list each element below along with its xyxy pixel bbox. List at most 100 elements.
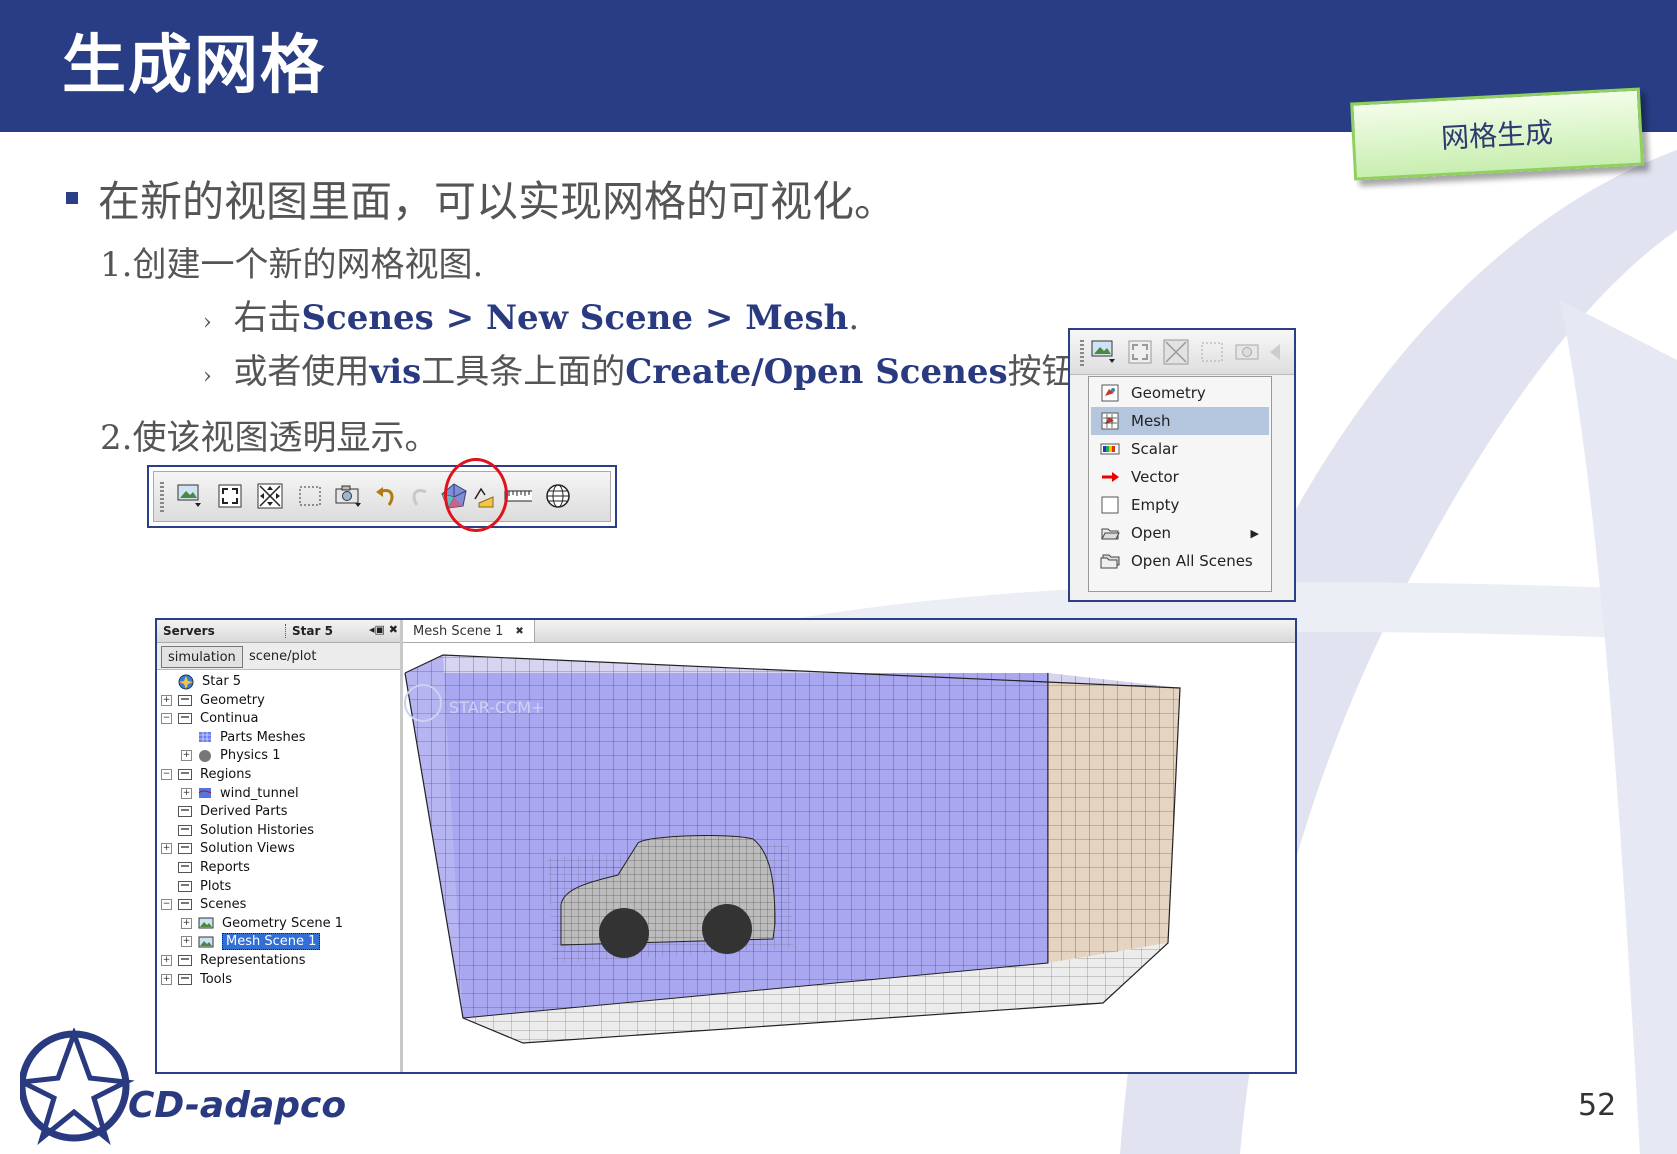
menu-item-label: Geometry <box>1131 384 1206 402</box>
folder-icon <box>178 880 192 892</box>
geometry-scene-icon <box>1099 384 1121 402</box>
menu-item-label: Scalar <box>1131 440 1178 458</box>
tab-mesh-scene[interactable]: Mesh Scene 1 ✖ <box>403 620 535 642</box>
region-icon <box>198 787 212 799</box>
fit-view-icon[interactable] <box>216 482 244 510</box>
menu-item-empty[interactable]: Empty <box>1091 491 1269 519</box>
vis-toolbar <box>153 471 611 522</box>
reset-view-icon[interactable] <box>256 482 284 510</box>
expand-icon[interactable]: + <box>161 694 172 706</box>
star-root-icon <box>178 674 194 690</box>
menu-item-geometry[interactable]: Geometry <box>1091 379 1269 407</box>
menu-toolbar <box>1070 330 1294 375</box>
panel-controls-icon[interactable]: ◂▣ ✖ <box>369 623 398 636</box>
expand-icon[interactable]: + <box>181 750 192 762</box>
scene-icon <box>198 917 214 929</box>
tree-node-derived-parts[interactable]: Derived Parts <box>161 802 287 821</box>
tree-node-tools[interactable]: + Tools <box>161 970 232 989</box>
toolbar-grip-handle[interactable] <box>160 482 164 512</box>
folder-icon <box>178 769 192 780</box>
expand-icon[interactable]: + <box>161 955 172 966</box>
open-all-scenes-icon <box>1099 552 1121 570</box>
camera-icon[interactable] <box>334 482 362 510</box>
expand-icon[interactable]: + <box>181 917 192 929</box>
tree-node-continua[interactable]: − Continua <box>161 709 258 728</box>
submenu-arrow-icon: ▶ <box>1250 526 1259 540</box>
expand-icon[interactable]: + <box>161 843 172 855</box>
expand-icon[interactable]: + <box>181 787 192 799</box>
collapse-icon[interactable]: − <box>161 713 172 725</box>
tree-node-regions[interactable]: − Regions <box>161 765 251 784</box>
folder-icon <box>178 843 192 855</box>
undo-icon[interactable] <box>372 482 400 510</box>
slide-title: 生成网格 <box>62 29 326 103</box>
folder-icon <box>178 955 192 966</box>
tree-node-physics-1[interactable]: + Physics 1 <box>181 746 280 765</box>
tab-star[interactable]: Star 5 <box>285 624 333 638</box>
tree-node-star-5[interactable]: Star 5 <box>161 672 241 691</box>
scene-icon <box>198 936 214 948</box>
tree-node-label: Parts Meshes <box>220 729 306 745</box>
select-region-icon[interactable] <box>296 482 324 510</box>
create-open-scene-icon[interactable] <box>176 482 204 510</box>
tree-node-representations[interactable]: + Representations <box>161 951 306 970</box>
expand-icon[interactable]: + <box>181 936 192 948</box>
ruler-icon[interactable] <box>504 482 532 510</box>
tree-node-label: Geometry <box>200 692 265 708</box>
menu-item-mesh[interactable]: Mesh <box>1091 407 1269 435</box>
tree-node-solution-views[interactable]: + Solution Views <box>161 839 295 858</box>
tree-node-label: Solution Histories <box>200 822 315 838</box>
sub-bullet-1: › 右击Scenes > New Scene > Mesh. <box>203 290 859 339</box>
create-open-scene-icon[interactable] <box>1090 338 1118 366</box>
tree-node-geometry[interactable]: + Geometry <box>161 691 265 710</box>
close-tab-icon[interactable]: ✖ <box>515 626 523 637</box>
mesh-scene-icon <box>1099 412 1121 430</box>
tree-node-label: Geometry Scene 1 <box>222 915 343 931</box>
tree-node-reports[interactable]: Reports <box>161 858 250 877</box>
tree-node-label: Derived Parts <box>200 804 288 820</box>
vector-scene-icon <box>1099 468 1121 486</box>
sub2-create-open: Create/Open Scenes <box>625 352 1008 392</box>
section-tag-label: 网格生成 <box>1440 116 1554 155</box>
bullet-square-icon <box>66 192 78 204</box>
menu-item-label: Mesh <box>1131 412 1171 430</box>
tree-node-label: Reports <box>200 860 250 875</box>
tree-node-label: Plots <box>200 878 232 894</box>
tree-node-label: wind_tunnel <box>220 785 299 801</box>
tree-node-solution-histories[interactable]: Solution Histories <box>161 821 314 840</box>
menu-item-open[interactable]: Open ▶ <box>1091 519 1269 547</box>
tree-node-mesh-scene-1[interactable]: + Mesh Scene 1 <box>181 932 321 951</box>
tree-node-label: Star 5 <box>202 674 242 689</box>
vis-toolbar-screenshot <box>147 465 617 528</box>
menu-item-vector[interactable]: Vector <box>1091 463 1269 491</box>
sub1-suffix: . <box>848 298 860 338</box>
globe-view-icon[interactable] <box>544 482 572 510</box>
subtab-scene-plot[interactable]: scene/plot <box>243 646 322 666</box>
sub1-prefix: 右击 <box>233 298 302 338</box>
tree-node-parts-meshes[interactable]: Parts Meshes <box>181 728 306 747</box>
sub2-mid: 工具条上面的 <box>421 352 626 392</box>
tree-node-wind-tunnel[interactable]: + wind_tunnel <box>181 784 299 803</box>
tree-node-geometry-scene-1[interactable]: + Geometry Scene 1 <box>181 914 343 933</box>
select-region-icon <box>1198 338 1226 366</box>
mesh-scene-viewport[interactable]: STAR-CCM+ <box>403 643 1295 1072</box>
menu-item-open-all-scenes[interactable]: Open All Scenes <box>1091 547 1269 575</box>
expand-icon[interactable]: + <box>161 973 172 985</box>
folder-icon <box>178 713 192 725</box>
collapse-icon[interactable]: − <box>161 899 172 911</box>
tab-servers[interactable]: Servers <box>163 624 215 638</box>
mesh-icon <box>198 731 212 743</box>
menu-item-label: Open <box>1131 524 1172 542</box>
left-tab-bar: Servers Star 5 ◂▣ ✖ <box>157 620 400 643</box>
menu-item-scalar[interactable]: Scalar <box>1091 435 1269 463</box>
fit-view-icon <box>1126 338 1154 366</box>
undo-icon <box>1266 338 1286 366</box>
logo-wordmark: CD-adapco <box>128 1085 347 1126</box>
toolbar-grip-handle[interactable] <box>1080 340 1084 366</box>
subtab-simulation[interactable]: simulation <box>161 646 243 668</box>
collapse-icon[interactable]: − <box>161 769 172 780</box>
camera-icon <box>1234 338 1262 366</box>
tree-node-scenes[interactable]: − Scenes <box>161 895 246 914</box>
tree-node-label: Tools <box>200 971 233 987</box>
tree-node-plots[interactable]: Plots <box>161 877 231 896</box>
